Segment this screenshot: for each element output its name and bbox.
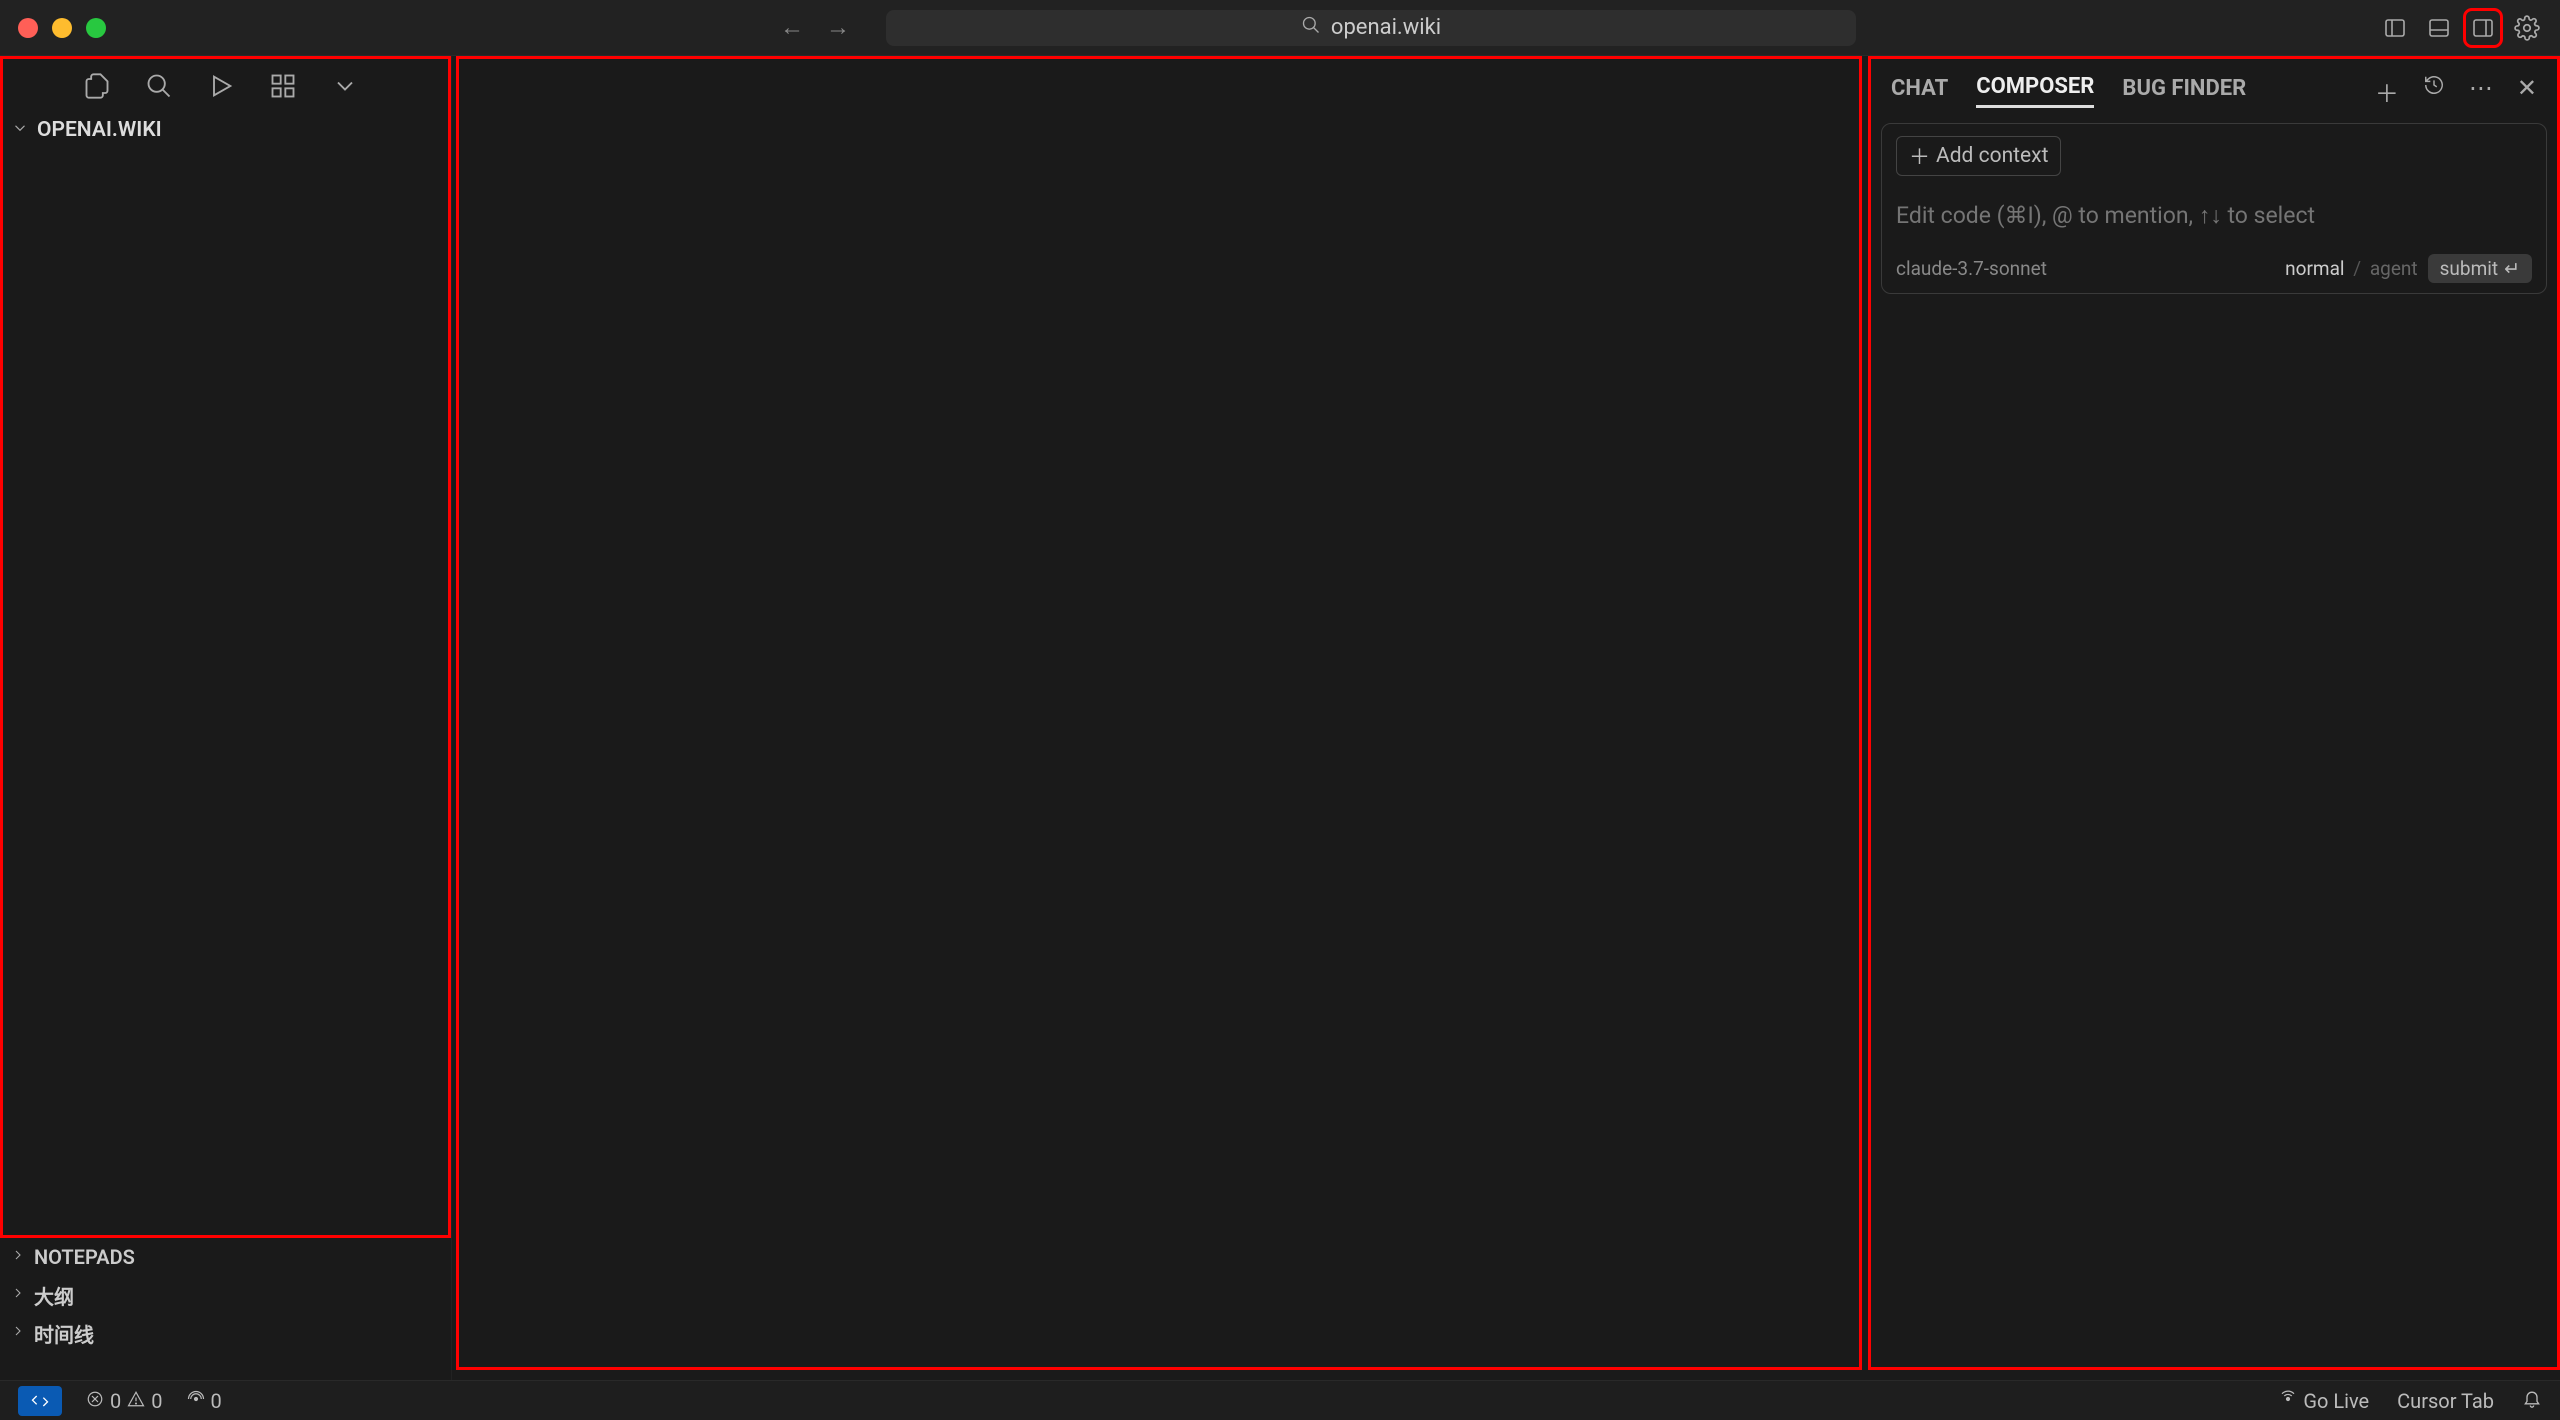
composer-box: ＋ Add context claude-3.7-sonnet normal /… [1881, 123, 2547, 294]
sidebar-section-outline[interactable]: 大纲 [0, 1276, 451, 1314]
more-actions-button[interactable]: ⋯ [2469, 74, 2493, 109]
ports-status[interactable]: 0 [187, 1389, 222, 1413]
chevron-right-icon [10, 1247, 26, 1268]
broadcast-icon [2279, 1389, 2297, 1413]
error-count: 0 [110, 1389, 121, 1413]
notifications-button[interactable] [2522, 1388, 2542, 1413]
sidebar-section-timeline[interactable]: 时间线 [0, 1314, 451, 1352]
right-panel: CHAT COMPOSER BUG FINDER ＋ ⋯ ✕ ＋ [1868, 56, 2560, 1380]
back-button[interactable]: ← [780, 13, 804, 42]
plus-icon: ＋ [1909, 141, 1930, 171]
statusbar: 0 0 0 Go Live Cursor Tab [0, 1380, 2560, 1420]
go-live-label: Go Live [2303, 1389, 2369, 1413]
search-icon [1301, 15, 1321, 40]
mode-selector[interactable]: normal / agent [2285, 257, 2417, 280]
mode-agent-label: agent [2370, 257, 2418, 280]
section-label: NOTEPADS [34, 1245, 135, 1269]
application-window: ← → openai.wiki [0, 0, 2560, 1420]
section-label: 大纲 [34, 1281, 74, 1310]
editor-region [452, 56, 1868, 1380]
editor-empty-area[interactable] [456, 56, 1862, 1370]
ai-panel-tabs: CHAT COMPOSER BUG FINDER ＋ ⋯ ✕ [1881, 63, 2547, 119]
add-context-button[interactable]: ＋ Add context [1896, 136, 2061, 176]
search-icon[interactable] [145, 72, 173, 100]
ai-panel: CHAT COMPOSER BUG FINDER ＋ ⋯ ✕ ＋ [1868, 56, 2560, 1370]
close-window-button[interactable] [18, 18, 38, 38]
go-live-button[interactable]: Go Live [2279, 1389, 2369, 1413]
titlebar-actions [2380, 13, 2542, 43]
add-context-label: Add context [1936, 144, 2048, 168]
run-debug-icon[interactable] [207, 72, 235, 100]
mode-normal-label: normal [2285, 257, 2344, 280]
ai-panel-actions: ＋ ⋯ ✕ [2375, 74, 2537, 109]
chevron-right-icon [10, 1323, 26, 1344]
warning-count: 0 [151, 1389, 162, 1413]
tab-composer[interactable]: COMPOSER [1976, 74, 2094, 108]
minimize-window-button[interactable] [52, 18, 72, 38]
cursor-tab-status[interactable]: Cursor Tab [2397, 1389, 2494, 1413]
section-label: 时间线 [34, 1319, 94, 1348]
extensions-icon[interactable] [269, 72, 297, 100]
forward-button[interactable]: → [826, 13, 850, 42]
command-center[interactable]: openai.wiki [886, 10, 1856, 46]
explorer-folder-header[interactable]: OPENAI.WIKI [3, 113, 448, 147]
maximize-window-button[interactable] [86, 18, 106, 38]
composer-input[interactable] [1896, 190, 2532, 240]
sidebar-section-notepads[interactable]: NOTEPADS [0, 1238, 451, 1276]
cursor-tab-label: Cursor Tab [2397, 1389, 2494, 1413]
navigation-arrows: ← → [780, 13, 850, 42]
new-chat-button[interactable]: ＋ [2375, 74, 2399, 109]
close-panel-button[interactable]: ✕ [2517, 74, 2537, 109]
statusbar-right: Go Live Cursor Tab [2279, 1388, 2542, 1413]
explorer-tree[interactable] [3, 147, 448, 1235]
chevron-down-icon[interactable] [331, 72, 359, 100]
files-icon[interactable] [83, 72, 111, 100]
tab-bug-finder[interactable]: BUG FINDER [2122, 76, 2246, 107]
window-controls [18, 18, 106, 38]
explorer-toolbar [3, 59, 448, 113]
chevron-down-icon [11, 119, 29, 142]
remote-button[interactable] [18, 1386, 62, 1416]
toggle-panel-button[interactable] [2424, 13, 2454, 43]
settings-button[interactable] [2512, 13, 2542, 43]
model-selector[interactable]: claude-3.7-sonnet [1896, 257, 2047, 280]
enter-icon: ↵ [2504, 257, 2520, 280]
explorer-folder-name: OPENAI.WIKI [37, 118, 162, 142]
toggle-secondary-sidebar-button[interactable] [2468, 13, 2498, 43]
titlebar: ← → openai.wiki [0, 0, 2560, 56]
app-body: OPENAI.WIKI NOTEPADS 大纲 [0, 56, 2560, 1380]
warning-icon [127, 1389, 145, 1413]
antenna-icon [187, 1389, 205, 1413]
problems-status[interactable]: 0 0 [86, 1389, 163, 1413]
sidebar: OPENAI.WIKI NOTEPADS 大纲 [0, 56, 452, 1380]
explorer-panel: OPENAI.WIKI [0, 56, 451, 1238]
tab-chat[interactable]: CHAT [1891, 76, 1948, 107]
toggle-primary-sidebar-button[interactable] [2380, 13, 2410, 43]
submit-label: submit [2440, 257, 2498, 280]
composer-footer: claude-3.7-sonnet normal / agent submit … [1896, 254, 2532, 283]
error-icon [86, 1389, 104, 1413]
submit-button[interactable]: submit ↵ [2428, 254, 2532, 283]
sidebar-collapsed-sections: NOTEPADS 大纲 时间线 [0, 1238, 451, 1352]
history-button[interactable] [2423, 74, 2445, 109]
chevron-right-icon [10, 1285, 26, 1306]
ports-count: 0 [211, 1389, 222, 1413]
command-center-title: openai.wiki [1331, 15, 1441, 40]
